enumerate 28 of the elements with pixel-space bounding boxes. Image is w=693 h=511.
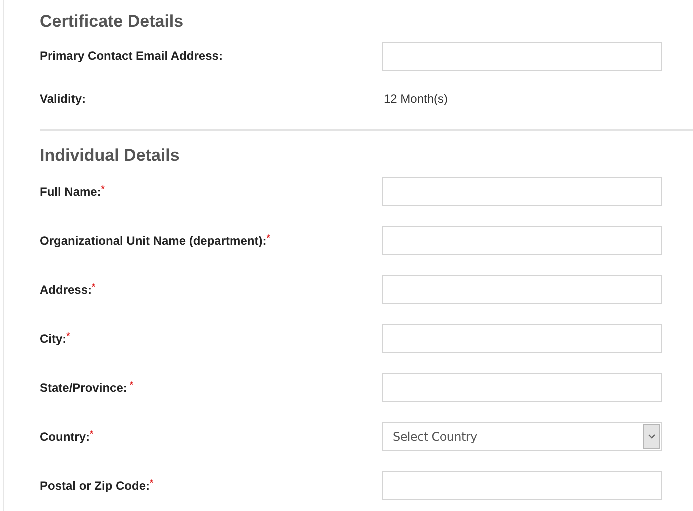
text-field[interactable] bbox=[382, 324, 662, 353]
text-field[interactable] bbox=[382, 471, 662, 500]
dropdown-caret-icon[interactable] bbox=[643, 424, 660, 449]
required-asterisk: * bbox=[92, 280, 96, 294]
field-label: Country: bbox=[40, 428, 90, 446]
required-asterisk: * bbox=[128, 378, 134, 392]
text-field[interactable] bbox=[382, 42, 662, 70]
required-asterisk: * bbox=[90, 428, 94, 440]
field-label: Validity: bbox=[40, 91, 86, 108]
field-label: Organizational Unit Name (department): bbox=[40, 232, 267, 250]
required-asterisk: * bbox=[66, 330, 70, 342]
field-label: City: bbox=[40, 330, 67, 348]
text-field[interactable] bbox=[382, 226, 662, 255]
text-field[interactable] bbox=[382, 373, 662, 402]
field-label: Address: bbox=[40, 282, 92, 298]
text-field[interactable] bbox=[382, 177, 662, 206]
field-label: Postal or Zip Code: bbox=[40, 478, 150, 494]
section-heading: Certificate Details bbox=[40, 11, 185, 33]
required-asterisk: * bbox=[150, 476, 154, 490]
section-heading: Individual Details bbox=[40, 145, 181, 167]
required-asterisk: * bbox=[266, 232, 270, 244]
field-value: 12 Month(s) bbox=[384, 91, 448, 108]
country-dropdown[interactable]: Select Country bbox=[382, 422, 662, 451]
field-label: Full Name: bbox=[40, 184, 102, 200]
field-label: Primary Contact Email Address: bbox=[40, 48, 223, 65]
field-label: State/Province: bbox=[40, 380, 128, 396]
text-field[interactable] bbox=[382, 275, 662, 304]
required-asterisk: * bbox=[101, 182, 105, 196]
